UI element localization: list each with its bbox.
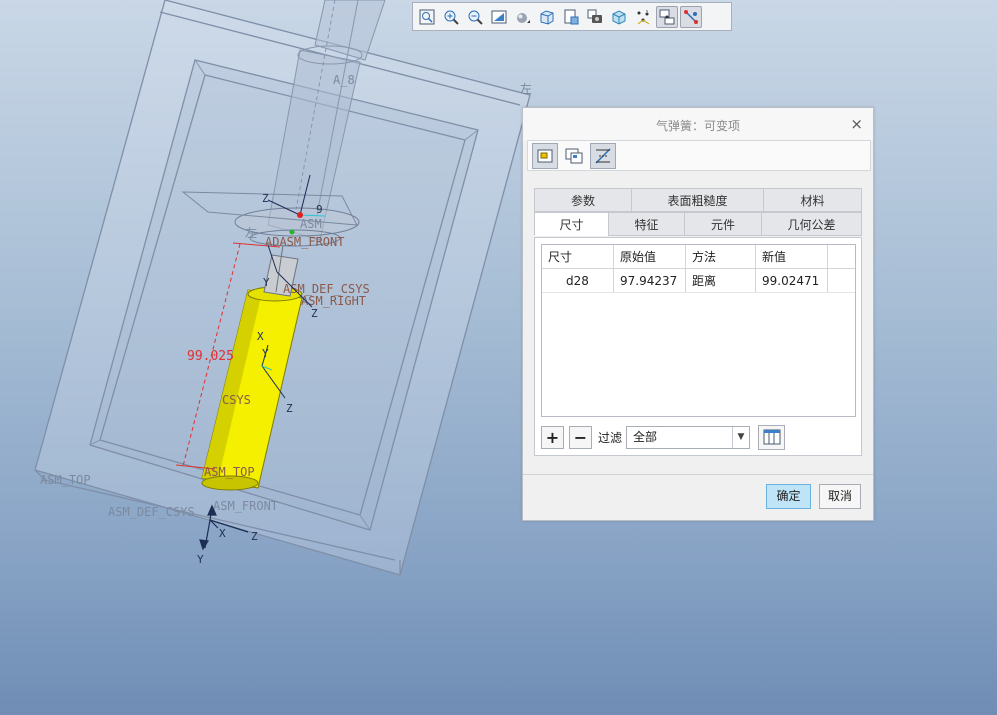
cell-original-value[interactable]: 97.94237 [614, 269, 686, 293]
tab-gtol[interactable]: 几何公差 [761, 212, 862, 236]
cell-extra [828, 269, 855, 293]
close-icon[interactable]: × [850, 115, 863, 133]
tab-surface-finish[interactable]: 表面粗糙度 [631, 188, 764, 212]
csys-lower-x: X [257, 330, 264, 343]
col-header-method[interactable]: 方法 [686, 245, 756, 269]
tab-row-2: 尺寸 特征 元件 几何公差 [534, 212, 862, 236]
col-header-dimension[interactable]: 尺寸 [542, 245, 614, 269]
filter-value: 全部 [633, 429, 658, 444]
add-row-button[interactable]: + [541, 425, 564, 449]
datum-asm-top-inner: ASM_TOP [204, 465, 255, 479]
footer-divider [523, 474, 873, 475]
csys-lower-y: Y [262, 347, 269, 360]
tab-material[interactable]: 材料 [763, 188, 862, 212]
remove-row-button[interactable]: − [569, 425, 592, 449]
variable-table[interactable]: 尺寸 原始值 方法 新值 d28 97.94237 距离 99.02471 [541, 244, 856, 417]
axis-label-a8: A_8 [333, 73, 355, 87]
chevron-down-icon[interactable]: ▼ [732, 426, 749, 448]
copy-view-icon[interactable] [561, 143, 587, 169]
asm-tag-label: ASM [300, 217, 322, 231]
spin-center-icon[interactable] [656, 5, 678, 28]
table-row[interactable]: d28 97.94237 距离 99.02471 [542, 269, 855, 293]
view-manager-icon[interactable] [560, 6, 582, 28]
col-header-original[interactable]: 原始值 [614, 245, 686, 269]
ok-button[interactable]: 确定 [766, 484, 811, 509]
csys-mid-z: Z [311, 307, 318, 320]
csys-lower-z: Z [286, 402, 293, 415]
filter-dropdown[interactable]: 全部 ▼ [626, 425, 751, 449]
csys-upper-z: Z [262, 192, 269, 205]
display-style-icon[interactable] [512, 6, 534, 28]
datum-asm-top-outer: ASM_TOP [40, 473, 91, 487]
table-icon [763, 429, 781, 445]
csys-world-z: Z [251, 530, 258, 543]
csys-world-x: X [219, 527, 226, 540]
dimension-value[interactable]: 99.025 [187, 349, 234, 364]
datum-asm-front-upper: ADASM_FRONT [265, 235, 344, 249]
col-header-extra [828, 245, 855, 269]
mode-toolbar [527, 140, 871, 171]
zoom-out-icon[interactable] [464, 6, 486, 28]
appearance-icon[interactable] [584, 6, 606, 28]
cell-new-value[interactable]: 99.02471 [756, 269, 828, 293]
tab-strip: 参数 表面粗糙度 材料 尺寸 特征 元件 几何公差 [534, 188, 862, 236]
datum-side-label-mid: 左 [245, 225, 257, 240]
named-view-icon[interactable] [608, 6, 630, 28]
datum-csys: CSYS [222, 393, 251, 407]
table-header-row: 尺寸 原始值 方法 新值 [542, 245, 855, 269]
filter-label: 过滤 [598, 430, 623, 445]
tab-features[interactable]: 特征 [608, 212, 685, 236]
family-table-dialog: 气弹簧：可变项 × 参数 表面粗糙度 材料 尺寸 特征 元件 几何公差 尺寸 原… [522, 107, 874, 521]
cell-method[interactable]: 距离 [686, 269, 756, 293]
tab-dimensions[interactable]: 尺寸 [534, 212, 609, 236]
tab-row-1: 参数 表面粗糙度 材料 [534, 188, 862, 212]
datum-side-label-top: 左 [520, 81, 532, 96]
zoom-fit-icon[interactable] [416, 6, 438, 28]
tab-parameters[interactable]: 参数 [534, 188, 632, 212]
axis-label-9: 9 [316, 203, 323, 216]
dialog-title: 气弹簧：可变项 [655, 119, 740, 133]
csys-mid-y: Y [263, 276, 270, 289]
sheet-mode-icon[interactable] [532, 142, 558, 169]
annotation-display-icon[interactable] [680, 5, 702, 28]
datum-asm-def-csys-lower: ASM_DEF_CSYS [108, 505, 195, 519]
dialog-titlebar[interactable]: 气弹簧：可变项 × [523, 108, 873, 141]
repaint-icon[interactable] [488, 6, 510, 28]
col-header-new-value[interactable]: 新值 [756, 245, 828, 269]
datum-display-icon[interactable] [632, 6, 654, 28]
table-columns-button[interactable] [758, 424, 786, 450]
table-tools: + − 过滤 全部 ▼ [541, 424, 856, 450]
zoom-in-icon[interactable] [440, 6, 462, 28]
csys-world-y: Y [197, 553, 204, 566]
cancel-button[interactable]: 取消 [819, 484, 861, 509]
datum-asm-front-lower: ASM_FRONT [213, 499, 278, 513]
dimensions-panel: 尺寸 原始值 方法 新值 d28 97.94237 距离 99.02471 + … [534, 237, 862, 456]
cell-dimension[interactable]: d28 [542, 269, 614, 293]
view-toolbar [412, 2, 732, 31]
measure-mode-icon[interactable] [590, 142, 616, 169]
tab-components[interactable]: 元件 [684, 212, 762, 236]
saved-orientation-icon[interactable] [536, 6, 558, 28]
